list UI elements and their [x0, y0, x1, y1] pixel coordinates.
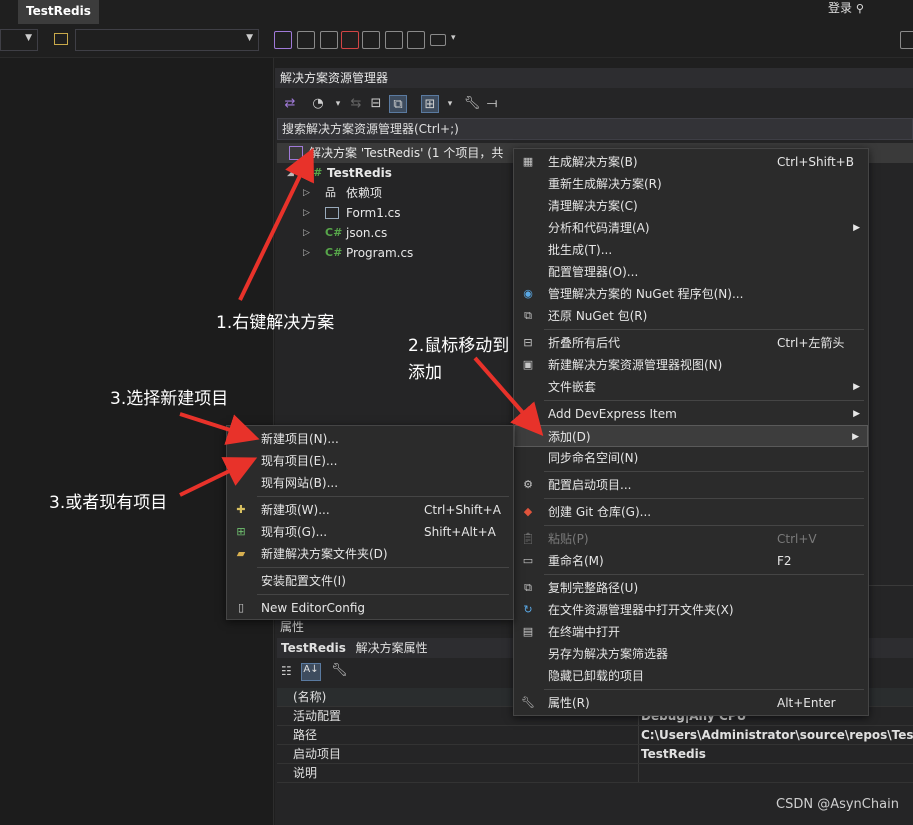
- watermark: CSDN @AsynChain: [776, 797, 899, 812]
- arrow-to-existing-project: [179, 457, 258, 497]
- arrow-to-add: [473, 356, 544, 437]
- annotation-step1: 1.右键解决方案: [216, 313, 335, 333]
- annotation-arrows: [179, 147, 544, 497]
- annotation-step2-line1: 2.鼠标移动到: [408, 336, 510, 356]
- annotation-step3b: 3.或者现有项目: [49, 493, 168, 513]
- arrow-to-new-project: [179, 412, 260, 445]
- arrow-to-solution: [238, 147, 314, 301]
- annotation-step3: 3.选择新建项目: [110, 389, 229, 409]
- annotation-step2-line2: 添加: [408, 363, 442, 383]
